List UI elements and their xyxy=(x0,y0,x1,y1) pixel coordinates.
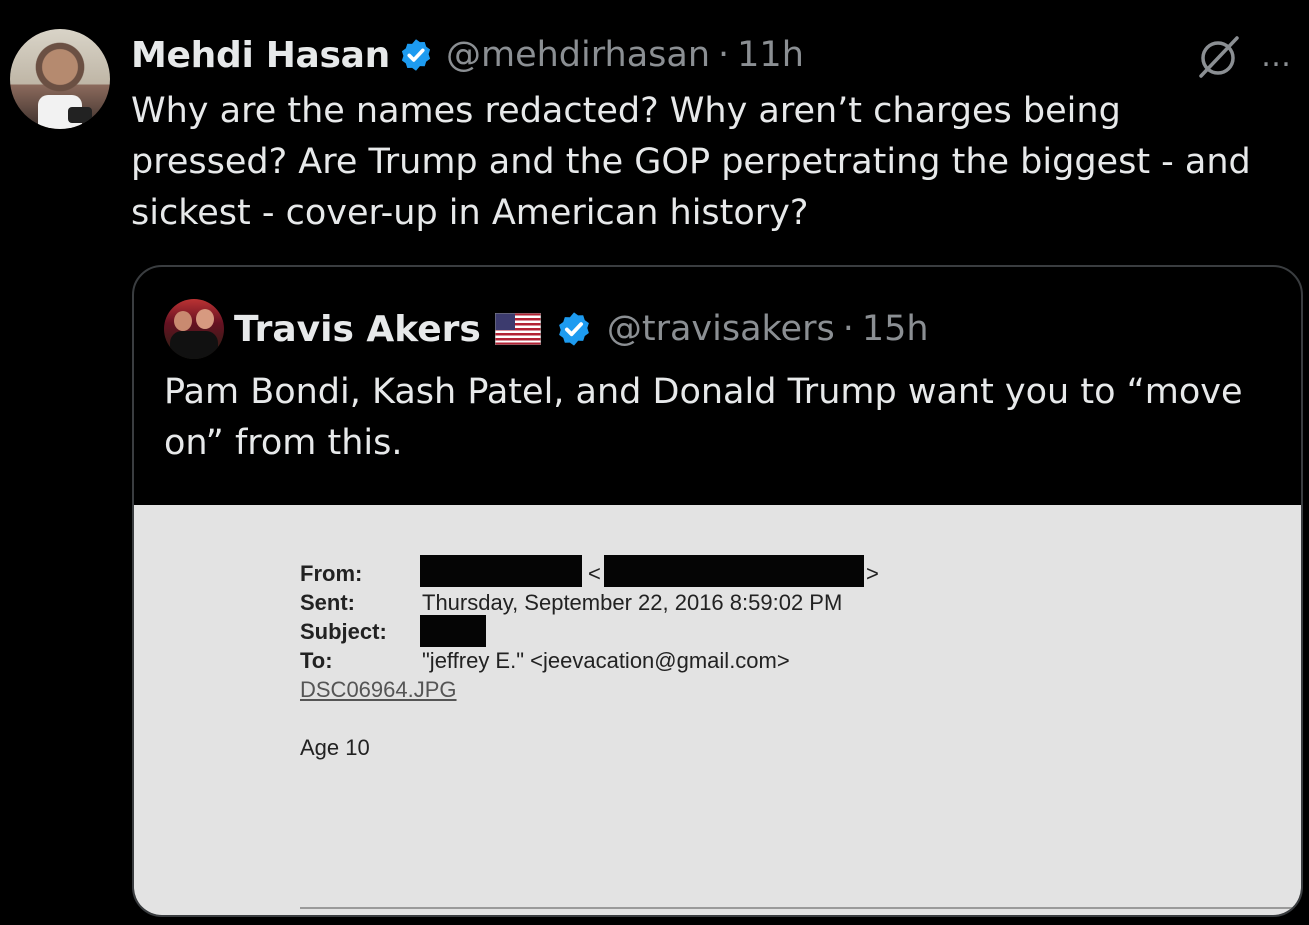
time-separator: · xyxy=(842,309,854,349)
tweet-time[interactable]: 11h xyxy=(737,35,804,75)
from-label: From: xyxy=(300,561,363,586)
quoted-author-avatar[interactable] xyxy=(164,299,224,359)
time-separator: · xyxy=(718,35,730,75)
redaction-box xyxy=(420,615,486,647)
document-body: Age 10 xyxy=(300,735,370,760)
sent-value: Thursday, September 22, 2016 8:59:02 PM xyxy=(422,590,843,615)
divider xyxy=(300,907,1300,909)
tweet-header: Mehdi Hasan @mehdirhasan · 11h xyxy=(131,30,804,80)
verified-badge-icon xyxy=(401,39,431,71)
to-label: To: xyxy=(300,648,333,673)
author-name[interactable]: Mehdi Hasan xyxy=(131,35,390,76)
quoted-tweet-text: Pam Bondi, Kash Patel, and Donald Trump … xyxy=(164,372,1243,463)
tweet-actions-top: … xyxy=(1193,32,1293,82)
quoted-tweet-header: Travis Akers @travisakers · 15h xyxy=(164,297,929,361)
document-image[interactable]: From: < > Sent: Thursday, September 22, … xyxy=(134,505,1301,915)
subject-label: Subject: xyxy=(300,619,387,644)
more-icon[interactable]: … xyxy=(1261,42,1293,72)
redaction-box xyxy=(420,555,582,587)
author-handle[interactable]: @mehdirhasan xyxy=(446,35,710,75)
attachment-link: DSC06964.JPG xyxy=(300,677,457,702)
grok-icon[interactable] xyxy=(1193,32,1243,82)
to-value: "jeffrey E." <jeevacation@gmail.com> xyxy=(422,648,790,673)
tweet-text: Why are the names redacted? Why aren’t c… xyxy=(131,91,1251,233)
author-avatar[interactable] xyxy=(10,29,110,129)
sent-label: Sent: xyxy=(300,590,355,615)
from-gt: > xyxy=(866,561,879,586)
quoted-author-handle[interactable]: @travisakers xyxy=(607,309,835,349)
quoted-tweet-time[interactable]: 15h xyxy=(862,309,929,349)
redaction-box xyxy=(604,555,864,587)
verified-badge-icon xyxy=(558,312,589,346)
us-flag-icon xyxy=(494,313,541,345)
from-lt: < xyxy=(588,561,601,586)
quoted-author-name[interactable]: Travis Akers xyxy=(234,309,481,350)
quoted-tweet[interactable]: Travis Akers @travisakers · 15h Pam Bond… xyxy=(132,265,1303,917)
